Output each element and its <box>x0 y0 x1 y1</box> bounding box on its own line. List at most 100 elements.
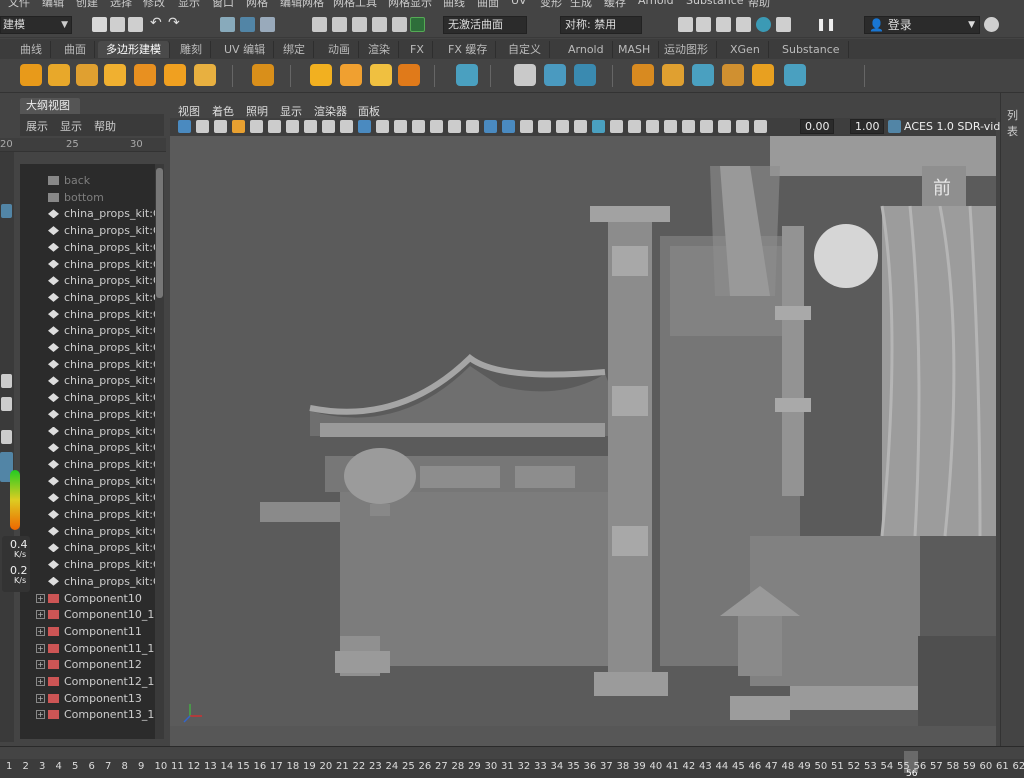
viewport-tool-icon[interactable] <box>592 120 605 133</box>
expand-icon[interactable]: + <box>36 593 45 603</box>
outliner-item[interactable]: china_props_kit:Gr <box>20 457 155 474</box>
shelf-tab[interactable]: 渲染 <box>360 41 399 58</box>
live-surface-field[interactable]: 无激活曲面 <box>443 16 527 34</box>
menu-item[interactable]: 曲线 <box>443 0 465 10</box>
viewport-tool-icon[interactable] <box>700 120 713 133</box>
shelf-tab[interactable]: FX <box>402 41 433 58</box>
snap-point-icon[interactable] <box>352 17 367 32</box>
undo-icon[interactable]: ↶ <box>150 16 165 32</box>
boolean-icon[interactable] <box>632 64 654 86</box>
shelf-tab[interactable]: 运动图形 <box>656 41 717 58</box>
cylinder-icon[interactable] <box>76 64 98 86</box>
expand-icon[interactable]: + <box>36 610 45 620</box>
viewport-tool-icon[interactable] <box>250 120 263 133</box>
expand-icon[interactable]: + <box>36 693 45 703</box>
menu-item[interactable]: 文件 <box>8 0 30 10</box>
disc-icon[interactable] <box>194 64 216 86</box>
select-component-icon[interactable] <box>260 17 275 32</box>
outliner-item[interactable]: china_props_kit:Gr <box>20 474 155 491</box>
snap-grid-icon[interactable] <box>312 17 327 32</box>
menu-item[interactable]: 网格显示 <box>388 0 432 10</box>
menu-item[interactable]: 编辑网格 <box>280 0 324 10</box>
viewport-tool-icon[interactable] <box>232 120 245 133</box>
outliner-item[interactable]: bottom <box>20 190 155 207</box>
outliner-item[interactable]: + Component12 <box>20 657 155 674</box>
menu-item[interactable]: 修改 <box>143 0 165 10</box>
viewport-tool-icon[interactable] <box>628 120 641 133</box>
viewport-tool-icon[interactable] <box>358 120 371 133</box>
viewport-tool-icon[interactable] <box>718 120 731 133</box>
outliner-item[interactable]: china_props_kit:Gr <box>20 206 155 223</box>
torus-icon[interactable] <box>134 64 156 86</box>
outliner-scroll-thumb[interactable] <box>156 168 163 298</box>
viewport-menu-view[interactable]: 视图 <box>178 103 200 119</box>
outliner-item[interactable]: china_props_kit:Gr <box>20 540 155 557</box>
menu-item[interactable]: 缓存 <box>604 0 626 10</box>
snap-view-icon[interactable] <box>372 17 387 32</box>
viewport-menu-panels[interactable]: 面板 <box>358 103 380 119</box>
outliner-item[interactable]: china_props_kit:Gr <box>20 424 155 441</box>
outliner-item[interactable]: + Component13_1 <box>20 707 155 724</box>
shelf-tab[interactable]: MASH <box>610 41 660 58</box>
viewport-tool-icon[interactable] <box>412 120 425 133</box>
cone-icon[interactable] <box>104 64 126 86</box>
viewport-tool-icon[interactable] <box>376 120 389 133</box>
outliner-title-tab[interactable]: 大纲视图 <box>20 98 80 114</box>
outliner-list[interactable]: back bottom china_props_kit:Gr china_props_… <box>20 164 155 739</box>
sphere-icon[interactable] <box>20 64 42 86</box>
sphere-uv-icon[interactable] <box>456 64 478 86</box>
insert-loop-icon[interactable] <box>784 64 806 86</box>
shelf-tab[interactable]: 绑定 <box>275 41 314 58</box>
viewport-tool-icon[interactable] <box>502 120 515 133</box>
outliner-item[interactable]: china_props_kit:Gr <box>20 257 155 274</box>
merge-icon[interactable] <box>752 64 774 86</box>
viewport-tool-icon[interactable] <box>214 120 227 133</box>
menu-item[interactable]: 窗口 <box>212 0 234 10</box>
symmetry-field[interactable]: 对称: 禁用 <box>560 16 642 34</box>
bevel-icon[interactable] <box>722 64 744 86</box>
color-space-label[interactable]: ACES 1.0 SDR-vide <box>904 120 1007 133</box>
outliner-item[interactable]: + Component11_1 <box>20 641 155 658</box>
outliner-item[interactable]: + Component13 <box>20 691 155 708</box>
outliner-menu-help[interactable]: 帮助 <box>94 118 116 134</box>
rotate-tool-icon[interactable] <box>1 397 12 411</box>
viewport-tool-icon[interactable] <box>610 120 623 133</box>
ipr-render-icon[interactable] <box>716 17 731 32</box>
outliner-item[interactable]: + Component11 <box>20 624 155 641</box>
viewport-tool-icon[interactable] <box>448 120 461 133</box>
outliner-item[interactable]: china_props_kit:Gr <box>20 273 155 290</box>
render-sequence-icon[interactable] <box>696 17 711 32</box>
outliner-item[interactable]: china_props_kit:Gr <box>20 524 155 541</box>
outliner-menu-display[interactable]: 展示 <box>26 118 48 134</box>
viewport-tool-icon[interactable] <box>520 120 533 133</box>
menu-item[interactable]: 帮助 <box>748 0 770 10</box>
channel-box-tab-label[interactable]: 列表 <box>1007 107 1024 139</box>
menu-item[interactable]: Arnold <box>638 0 674 7</box>
viewport-tool-icon[interactable] <box>664 120 677 133</box>
menu-item[interactable]: 网格 <box>246 0 268 10</box>
text-icon[interactable] <box>370 64 392 86</box>
outliner-item[interactable]: back <box>20 173 155 190</box>
outliner-item[interactable]: china_props_kit:Gr <box>20 223 155 240</box>
select-object-icon[interactable] <box>240 17 255 32</box>
outliner-item[interactable]: + Component10_1 <box>20 607 155 624</box>
menu-item[interactable]: 显示 <box>178 0 200 10</box>
select-hierarchy-icon[interactable] <box>220 17 235 32</box>
menu-item[interactable]: 编辑 <box>42 0 64 10</box>
shelf-tab[interactable]: Arnold <box>560 41 613 58</box>
viewport-tool-icon[interactable] <box>286 120 299 133</box>
outliner-item[interactable]: china_props_kit:Gr <box>20 440 155 457</box>
snap-curve-icon[interactable] <box>332 17 347 32</box>
gamma-field[interactable]: 1.00 <box>850 119 884 134</box>
viewport-tool-icon[interactable] <box>538 120 551 133</box>
menu-item[interactable]: 曲面 <box>477 0 499 10</box>
outliner-item[interactable]: china_props_kit:Gr <box>20 240 155 257</box>
outliner-menu-show[interactable]: 显示 <box>60 118 82 134</box>
snap-live-icon[interactable] <box>392 17 407 32</box>
viewport-menu-show[interactable]: 显示 <box>280 103 302 119</box>
plane-icon[interactable] <box>164 64 186 86</box>
platonic-icon[interactable] <box>252 64 274 86</box>
time-slider[interactable]: 1 2 3 4 5 6 7 8 9 10 11 12 13 14 15 16 17 18 19 20 21 22 23 24 2… <box>0 746 1024 778</box>
scale-tool-icon[interactable] <box>1 430 12 444</box>
expand-icon[interactable]: + <box>36 660 45 670</box>
